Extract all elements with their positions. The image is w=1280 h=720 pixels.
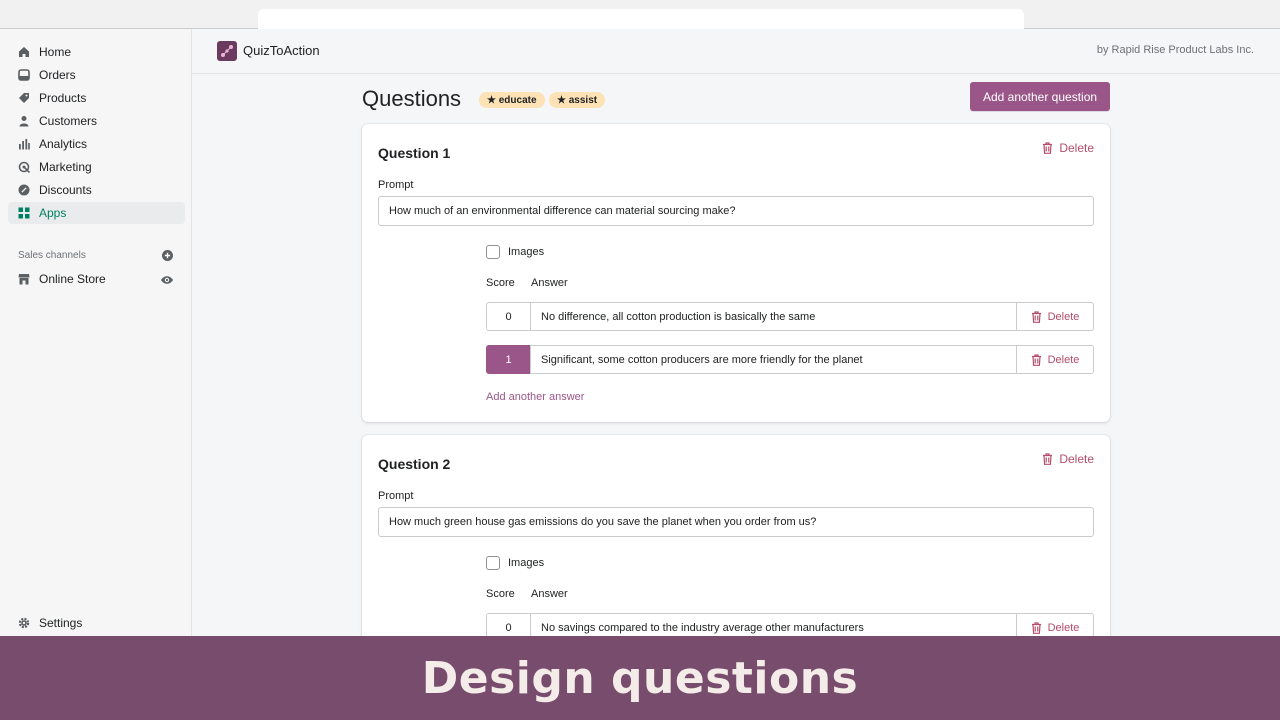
- question-title: Question 2: [378, 456, 451, 472]
- home-icon: [18, 46, 30, 58]
- sidebar-item-settings[interactable]: Settings: [8, 612, 185, 634]
- app-logo: [217, 41, 237, 61]
- delete-answer-button[interactable]: Delete: [1016, 345, 1094, 374]
- sales-channels-heading: Sales channels: [18, 250, 86, 261]
- sidebar-item-label: Apps: [39, 206, 67, 220]
- images-label: Images: [508, 246, 545, 258]
- sidebar-item-customers[interactable]: Customers: [8, 110, 185, 132]
- tag-icon: [18, 92, 30, 104]
- answer-input[interactable]: No difference, all cotton production is …: [530, 302, 1017, 331]
- orders-icon: [18, 69, 30, 81]
- sidebar-item-orders[interactable]: Orders: [8, 64, 185, 86]
- answer-header: Answer: [531, 588, 568, 600]
- sidebar-item-label: Customers: [39, 114, 98, 128]
- delete-question-button[interactable]: Delete: [1042, 452, 1094, 466]
- score-header: Score: [486, 588, 515, 600]
- add-channel-icon[interactable]: [162, 250, 173, 261]
- sidebar-item-label: Home: [39, 45, 72, 59]
- question-card-2: Question 2 Delete Prompt How much green …: [362, 435, 1110, 665]
- trash-icon: [1043, 142, 1053, 154]
- sidebar-item-products[interactable]: Products: [8, 87, 185, 109]
- caption-text: Design questions: [421, 652, 859, 704]
- trash-icon: [1043, 453, 1053, 465]
- prompt-label: Prompt: [378, 490, 414, 502]
- add-answer-link[interactable]: Add another answer: [486, 391, 584, 403]
- browser-top-bar: [0, 0, 1280, 29]
- sidebar-item-label: Products: [39, 91, 87, 105]
- score-input[interactable]: 0: [486, 302, 531, 331]
- badge-educate: ★ educate: [479, 92, 545, 108]
- discount-icon: [18, 184, 30, 196]
- sidebar-item-label: Settings: [39, 616, 83, 630]
- badge-assist: ★ assist: [549, 92, 606, 108]
- sidebar-item-marketing[interactable]: Marketing: [8, 156, 185, 178]
- trash-icon: [1031, 621, 1041, 634]
- sidebar-item-label: Orders: [39, 68, 76, 82]
- address-bar[interactable]: [258, 9, 1024, 29]
- apps-grid-icon: [18, 207, 30, 219]
- question-title: Question 1: [378, 145, 451, 161]
- prompt-input[interactable]: How much green house gas emissions do yo…: [378, 507, 1094, 537]
- gear-icon: [18, 617, 30, 629]
- sidebar-item-label: Online Store: [39, 272, 106, 286]
- store-icon: [18, 273, 30, 285]
- question-card-1: Question 1 Delete Prompt How much of an …: [362, 124, 1110, 422]
- sidebar-item-home[interactable]: Home: [8, 41, 185, 63]
- sidebar-item-label: Analytics: [39, 137, 88, 151]
- score-input[interactable]: 1: [486, 345, 531, 374]
- sidebar-item-analytics[interactable]: Analytics: [8, 133, 185, 155]
- app-header: QuizToAction by Rapid Rise Product Labs …: [192, 29, 1280, 74]
- images-label: Images: [508, 557, 545, 569]
- delete-label: Delete: [1059, 452, 1094, 466]
- prompt-input[interactable]: How much of an environmental difference …: [378, 196, 1094, 226]
- add-question-button[interactable]: Add another question: [970, 82, 1110, 111]
- target-icon: [18, 161, 30, 173]
- main-content: QuizToAction by Rapid Rise Product Labs …: [192, 29, 1280, 665]
- app-vendor: by Rapid Rise Product Labs Inc.: [1096, 44, 1254, 56]
- answer-header: Answer: [531, 277, 568, 289]
- score-header: Score: [486, 277, 515, 289]
- sidebar-item-label: Marketing: [39, 160, 92, 174]
- delete-question-button[interactable]: Delete: [1042, 141, 1094, 155]
- images-checkbox[interactable]: [486, 556, 500, 570]
- sidebar-item-apps[interactable]: Apps: [8, 202, 185, 224]
- person-icon: [18, 115, 30, 127]
- bar-chart-icon: [18, 138, 30, 150]
- delete-label: Delete: [1047, 353, 1080, 366]
- admin-sidebar: Home Orders Products Customers Analytics…: [0, 29, 192, 636]
- prompt-label: Prompt: [378, 179, 414, 191]
- sidebar-item-label: Discounts: [39, 183, 92, 197]
- delete-label: Delete: [1059, 141, 1094, 155]
- caption-banner: Design questions: [0, 636, 1280, 720]
- app-name: QuizToAction: [243, 43, 320, 58]
- delete-label: Delete: [1047, 310, 1080, 323]
- trash-icon: [1031, 310, 1041, 323]
- answer-row: 1 Significant, some cotton producers are…: [486, 345, 1094, 374]
- delete-label: Delete: [1047, 621, 1080, 634]
- delete-answer-button[interactable]: Delete: [1016, 302, 1094, 331]
- sidebar-item-online-store[interactable]: Online Store: [8, 268, 185, 290]
- answer-input[interactable]: Significant, some cotton producers are m…: [530, 345, 1017, 374]
- answer-row: 0 No difference, all cotton production i…: [486, 302, 1094, 331]
- images-checkbox[interactable]: [486, 245, 500, 259]
- eye-icon[interactable]: [160, 274, 174, 286]
- trash-icon: [1031, 353, 1041, 366]
- sidebar-item-discounts[interactable]: Discounts: [8, 179, 185, 201]
- page-title: Questions: [362, 86, 462, 111]
